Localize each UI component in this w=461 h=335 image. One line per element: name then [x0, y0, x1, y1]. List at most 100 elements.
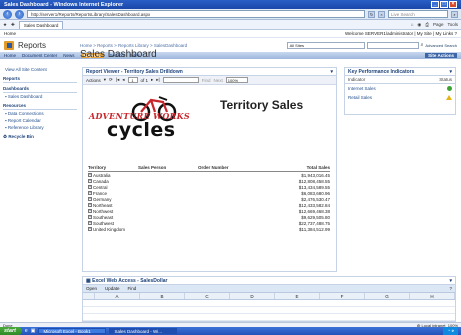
search-icon[interactable]: ⌕	[451, 10, 458, 18]
search-input[interactable]: Live Search	[388, 10, 448, 18]
search-scope-select[interactable]: All Sites	[286, 41, 365, 49]
stop-icon[interactable]: ×	[378, 10, 385, 18]
report-body: ADVENTURE WORKS cycles Territory Sales T…	[83, 85, 336, 271]
quick-launch-item-report-calendar[interactable]: ▪ Report Calendar	[3, 117, 77, 124]
col-sales-person: Sales Person	[138, 165, 167, 170]
sp-search-icon[interactable]: ⌕	[421, 42, 424, 48]
site-name[interactable]: Reports	[18, 41, 46, 50]
minimize-icon[interactable]: _	[431, 1, 439, 8]
excel-update-menu[interactable]: Update	[105, 286, 120, 291]
webpart-menu-icon[interactable]: ▾	[330, 69, 333, 75]
address-bar: ‹ › http://server1/Reports/ReportsLibrar…	[0, 9, 461, 20]
advanced-search-link[interactable]: Advanced Search	[425, 43, 457, 48]
tools-menu[interactable]: Tools	[447, 22, 458, 27]
expand-icon[interactable]: +	[88, 227, 92, 232]
column-header[interactable]: A	[95, 293, 140, 299]
kpi-row[interactable]: Retail Sales	[345, 93, 455, 102]
actions-dropdown-icon[interactable]: ▾	[104, 77, 106, 83]
excel-title: Excel Web Access - SalesDollar	[92, 277, 168, 284]
page-menu[interactable]: Page	[433, 22, 444, 27]
column-header[interactable]: D	[230, 293, 275, 299]
kpi-row[interactable]: Internet Sales	[345, 84, 455, 93]
home-link[interactable]: Home	[4, 31, 16, 36]
breadcrumb[interactable]: Home > Reports > Reports Library > Sales…	[80, 43, 187, 48]
find-input[interactable]	[162, 77, 199, 83]
favorites-icon[interactable]: ★	[3, 22, 7, 28]
next-link[interactable]: Next	[214, 78, 223, 83]
quicklaunch-desktop-icon[interactable]: ▣	[31, 328, 36, 334]
quick-launch-heading-reports[interactable]: Reports	[3, 75, 77, 83]
excel-column-headers: A B C D E F G H	[83, 293, 455, 300]
page-number-input[interactable]: 1	[127, 77, 138, 83]
print-icon[interactable]: ⎙	[425, 22, 429, 27]
back-icon[interactable]: ‹	[3, 9, 12, 19]
tab-sales-dashboard[interactable]: Sales Dashboard	[18, 20, 64, 29]
task-sales-dashboard[interactable]: Sales Dashboard - Wi...	[109, 328, 178, 334]
nav-home[interactable]: Home	[4, 53, 16, 58]
expand-icon[interactable]: +	[88, 185, 92, 190]
next-page-icon[interactable]: ▸	[151, 77, 153, 83]
kpi-webpart: Key Performance Indicators ▾ Indicator S…	[344, 67, 456, 115]
actions-menu[interactable]: Actions	[86, 78, 101, 83]
quicklaunch-ie-icon[interactable]: e	[25, 328, 28, 334]
site-actions-menu[interactable]: Site Actions	[425, 53, 457, 58]
find-link[interactable]: Find	[202, 78, 211, 83]
col-order-number: Order Number	[198, 165, 229, 170]
column-header[interactable]: B	[140, 293, 185, 299]
excel-grid[interactable]	[83, 300, 455, 321]
refresh-report-icon[interactable]: ⟳	[109, 77, 113, 83]
column-header[interactable]: E	[275, 293, 320, 299]
column-header[interactable]: H	[410, 293, 455, 299]
expand-icon[interactable]: +	[88, 173, 92, 178]
feeds-icon[interactable]: ◉	[417, 22, 421, 28]
kpi-menu-icon[interactable]: ▾	[449, 69, 452, 75]
help-icon[interactable]: ?	[449, 286, 452, 291]
expand-icon[interactable]: +	[88, 221, 92, 226]
nav-document-center[interactable]: Document Center	[22, 53, 57, 58]
excel-toolbar: Open Update Find ?	[83, 285, 455, 293]
home-icon[interactable]: ⌂	[411, 22, 414, 27]
url-input[interactable]: http://server1/Reports/ReportsLibrary/Sa…	[27, 10, 365, 18]
column-header[interactable]: G	[365, 293, 410, 299]
quick-launch-item-reference-library[interactable]: ▪ Reference Library	[3, 124, 77, 131]
sp-search-input[interactable]	[366, 41, 419, 49]
col-territory: Territory	[88, 165, 107, 170]
column-header[interactable]: F	[320, 293, 365, 299]
prev-page-icon[interactable]: ◂	[122, 77, 124, 83]
my-links-menu[interactable]: My Links	[435, 31, 453, 36]
zoom-select[interactable]: 100%	[225, 77, 248, 83]
quick-launch-item-data-connections[interactable]: ▪ Data Connections	[3, 110, 77, 117]
excel-open-menu[interactable]: Open	[86, 286, 97, 291]
kpi-name[interactable]: Internet Sales	[348, 86, 447, 91]
expand-icon[interactable]: +	[88, 215, 92, 220]
quick-launch-item-sales-dashboard[interactable]: ▪ Sales Dashboard	[3, 93, 77, 100]
table-row[interactable]: + United Kingdom $11,384,512.99	[88, 226, 330, 232]
expand-icon[interactable]: +	[88, 209, 92, 214]
first-page-icon[interactable]: |◂	[116, 77, 119, 83]
add-favorite-icon[interactable]: ✚	[11, 22, 15, 28]
help-icon[interactable]: ?	[454, 31, 457, 36]
nav-news[interactable]: News	[63, 53, 74, 58]
view-all-content-link[interactable]: View All Site Content	[3, 66, 77, 73]
task-excel[interactable]: Microsoft Excel - Book1	[38, 328, 107, 334]
kpi-name[interactable]: Retail Sales	[348, 95, 446, 100]
expand-icon[interactable]: +	[88, 191, 92, 196]
excel-find-button[interactable]: Find	[128, 286, 137, 291]
expand-icon[interactable]: +	[88, 197, 92, 202]
recycle-bin-link[interactable]: ♻ Recycle Bin	[3, 134, 77, 140]
expand-icon[interactable]: +	[88, 179, 92, 184]
maximize-icon[interactable]: □	[440, 1, 448, 8]
refresh-icon[interactable]: ↻	[368, 10, 375, 18]
quick-launch-heading-resources[interactable]: Resources	[3, 102, 77, 110]
my-site-link[interactable]: My Site	[417, 31, 432, 36]
close-icon[interactable]: ×	[449, 1, 457, 8]
start-button[interactable]: start	[0, 327, 22, 335]
last-page-icon[interactable]: ▸|	[156, 77, 159, 83]
column-header[interactable]: C	[185, 293, 230, 299]
excel-menu-icon[interactable]: ▾	[449, 278, 452, 284]
welcome-menu[interactable]: Welcome SERVER1\administrator	[345, 31, 413, 36]
status-good-icon	[447, 86, 452, 91]
forward-icon[interactable]: ›	[15, 9, 24, 19]
expand-icon[interactable]: +	[88, 203, 92, 208]
quick-launch-heading-dashboards[interactable]: Dashboards	[3, 85, 77, 93]
